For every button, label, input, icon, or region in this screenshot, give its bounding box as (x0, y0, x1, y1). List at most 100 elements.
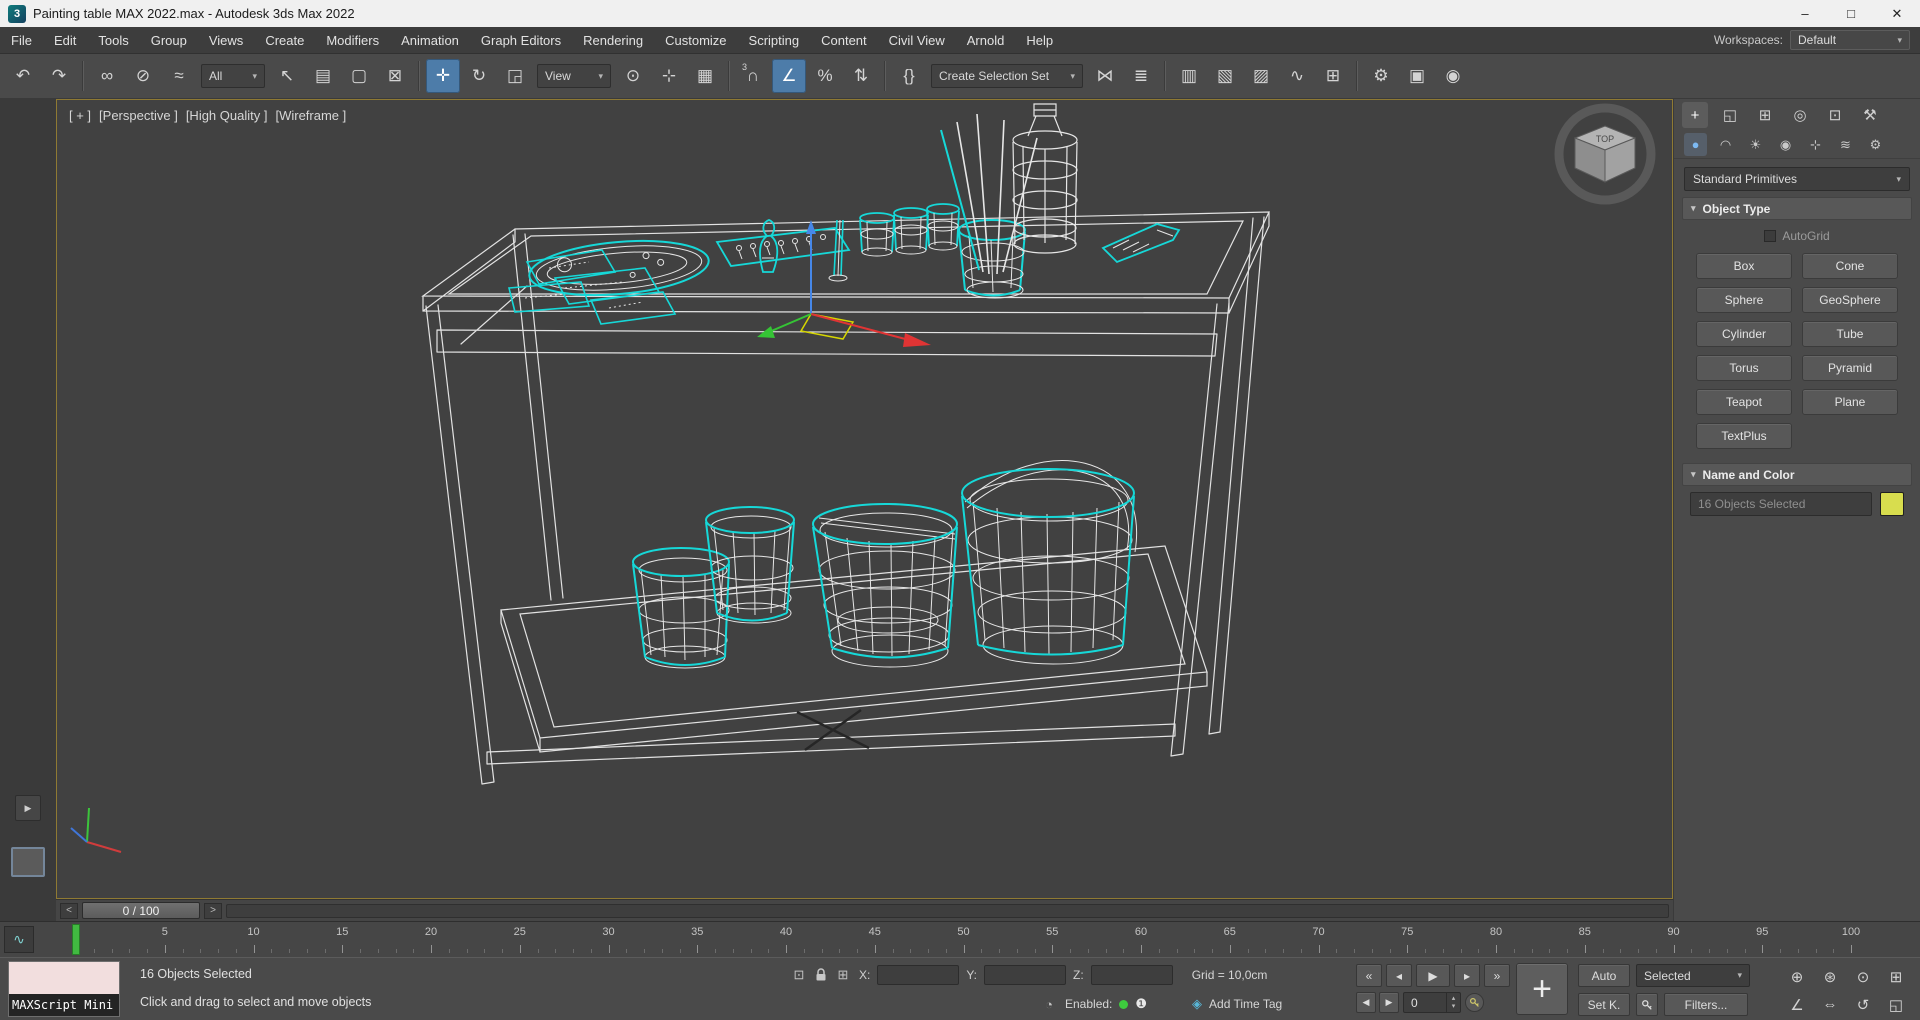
category-systems[interactable]: ⚙ (1864, 133, 1887, 156)
tab-utilities[interactable]: ⚒ (1857, 102, 1883, 128)
y-coordinate-input[interactable] (984, 965, 1067, 985)
maxscript-input-line[interactable] (9, 962, 119, 994)
primitive-button-cone[interactable]: Cone (1802, 253, 1898, 279)
select-and-rotate-button[interactable]: ↻ (462, 59, 496, 93)
auto-key-button[interactable]: Auto (1578, 964, 1630, 987)
bottle[interactable] (1012, 103, 1078, 254)
tab-display[interactable]: ⊡ (1822, 102, 1848, 128)
previous-key-button[interactable]: ◀ (1356, 992, 1376, 1013)
maxscript-mini-listener[interactable]: MAXScript Mini (8, 961, 120, 1017)
current-frame-marker[interactable] (72, 924, 80, 955)
orbit-button[interactable]: ↺ (1848, 992, 1878, 1017)
keyboard-shortcut-override-button[interactable]: ▦ (688, 59, 722, 93)
primitive-button-sphere[interactable]: Sphere (1696, 287, 1792, 313)
undo-button[interactable]: ↶ (6, 59, 40, 93)
object-color-swatch[interactable] (1880, 492, 1904, 516)
paint-bucket-medium[interactable] (812, 503, 958, 668)
snaps-toggle-button[interactable]: ∩ 3 (736, 59, 770, 93)
viewport-quality-menu[interactable]: [High Quality ] (186, 108, 268, 123)
menu-item-animation[interactable]: Animation (390, 27, 470, 53)
toggle-scene-explorer-button[interactable]: ▥ (1172, 59, 1206, 93)
render-setup-button[interactable]: ⚙ (1364, 59, 1398, 93)
track-bar[interactable]: ∿ 5 10 15 20 25 30 35 40 45 50 55 60 65 70 75 80 85 90 95 1… (0, 921, 1920, 957)
rectangular-selection-region-button[interactable]: ▢ (342, 59, 376, 93)
render-production-button[interactable]: ◉ (1436, 59, 1470, 93)
menu-item-help[interactable]: Help (1015, 27, 1064, 53)
redo-button[interactable]: ↷ (42, 59, 76, 93)
expand-dock-button[interactable]: ▶ (15, 795, 41, 821)
tab-modify[interactable]: ◱ (1717, 102, 1743, 128)
bucket-small-1[interactable] (632, 547, 730, 669)
tab-motion[interactable]: ◎ (1787, 102, 1813, 128)
menu-item-group[interactable]: Group (140, 27, 198, 53)
time-slider-track[interactable] (226, 903, 1669, 918)
mirror-button[interactable]: ⋈ (1088, 59, 1122, 93)
menu-item-graph-editors[interactable]: Graph Editors (470, 27, 572, 53)
go-to-end-button[interactable]: » (1484, 964, 1510, 987)
edit-named-selection-sets-button[interactable]: {} (892, 59, 926, 93)
selection-filter-dropdown[interactable]: All ▾ (201, 64, 265, 88)
bucket-small-2[interactable] (705, 506, 795, 624)
viewport-shading-menu[interactable]: [Wireframe ] (275, 108, 346, 123)
bind-to-space-warp-button[interactable]: ≈ (162, 59, 196, 93)
menu-item-file[interactable]: File (0, 27, 43, 53)
key-mode-toggle-button[interactable] (1465, 993, 1484, 1012)
align-button[interactable]: ≣ (1124, 59, 1158, 93)
mini-curve-editor-button[interactable]: ∿ (4, 926, 34, 953)
add-key-button[interactable]: + (1516, 963, 1568, 1015)
menu-item-views[interactable]: Views (198, 27, 254, 53)
object-type-rollout-header[interactable]: ▾ Object Type (1682, 197, 1912, 220)
curve-editor-button[interactable]: ∿ (1280, 59, 1314, 93)
set-key-button[interactable]: Set K. (1578, 993, 1630, 1016)
palette[interactable] (527, 234, 711, 301)
paint-bucket-large[interactable] (961, 460, 1138, 665)
zoom-button[interactable]: ⊕ (1782, 964, 1812, 989)
select-and-manipulate-button[interactable]: ⊹ (652, 59, 686, 93)
move-gizmo[interactable] (757, 220, 931, 347)
use-pivot-point-center-button[interactable]: ⊙ (616, 59, 650, 93)
primitive-button-textplus[interactable]: TextPlus (1696, 423, 1792, 449)
z-coordinate-input[interactable] (1090, 965, 1173, 985)
angle-snap-toggle-button[interactable]: ∠ (772, 59, 806, 93)
object-name-field[interactable]: 16 Objects Selected (1690, 492, 1872, 516)
select-and-link-button[interactable]: ∞ (90, 59, 124, 93)
close-button[interactable]: ✕ (1874, 0, 1920, 27)
menu-item-civil-view[interactable]: Civil View (878, 27, 956, 53)
category-helpers[interactable]: ⊹ (1804, 133, 1827, 156)
time-back-button[interactable]: < (60, 902, 78, 919)
key-set-dropdown[interactable]: Selected ▾ (1636, 964, 1750, 987)
play-button[interactable]: ▶ (1416, 964, 1450, 987)
select-by-name-button[interactable]: ▤ (306, 59, 340, 93)
perspective-viewport[interactable]: [ + ] [Perspective ] [High Quality ] [Wiref… (56, 99, 1673, 899)
minimize-button[interactable]: – (1782, 0, 1828, 27)
maximize-viewport-toggle-button[interactable]: ◱ (1881, 992, 1911, 1017)
zoom-all-button[interactable]: ⊛ (1815, 964, 1845, 989)
next-frame-button[interactable]: ▸ (1454, 964, 1480, 987)
next-key-button[interactable]: ▶ (1379, 992, 1399, 1013)
painting-table[interactable] (421, 211, 1270, 785)
category-space-warps[interactable]: ≋ (1834, 133, 1857, 156)
absolute-mode-icon[interactable]: ⊞ (834, 966, 852, 984)
primitive-button-box[interactable]: Box (1696, 253, 1792, 279)
viewport-layout-tab[interactable] (11, 847, 45, 877)
previous-frame-button[interactable]: ◂ (1386, 964, 1412, 987)
menu-item-customize[interactable]: Customize (654, 27, 737, 53)
primitive-button-pyramid[interactable]: Pyramid (1802, 355, 1898, 381)
go-to-start-button[interactable]: « (1356, 964, 1382, 987)
maximize-button[interactable]: □ (1828, 0, 1874, 27)
selection-lock-icon[interactable] (815, 968, 827, 982)
category-geometry[interactable]: ● (1684, 133, 1707, 156)
viewcube-top-face-label[interactable]: TOP (1596, 134, 1614, 144)
spinner-down-icon[interactable]: ▾ (1452, 1003, 1456, 1011)
percent-snap-toggle-button[interactable]: % (808, 59, 842, 93)
schematic-view-button[interactable]: ⊞ (1316, 59, 1350, 93)
zoom-extents-all-button[interactable]: ⊞ (1881, 964, 1911, 989)
key-filter-button[interactable] (1636, 993, 1658, 1016)
adaptive-degradation-icon[interactable]: ◔ (1040, 995, 1058, 1013)
tab-create[interactable]: + (1682, 102, 1708, 128)
select-object-button[interactable]: ↖ (270, 59, 304, 93)
viewcube[interactable]: TOP (1554, 103, 1656, 205)
add-time-tag-label[interactable]: Add Time Tag (1209, 997, 1282, 1011)
current-frame-spinner[interactable]: 0 ▴ ▾ (1403, 992, 1461, 1013)
x-coordinate-input[interactable] (877, 965, 960, 985)
